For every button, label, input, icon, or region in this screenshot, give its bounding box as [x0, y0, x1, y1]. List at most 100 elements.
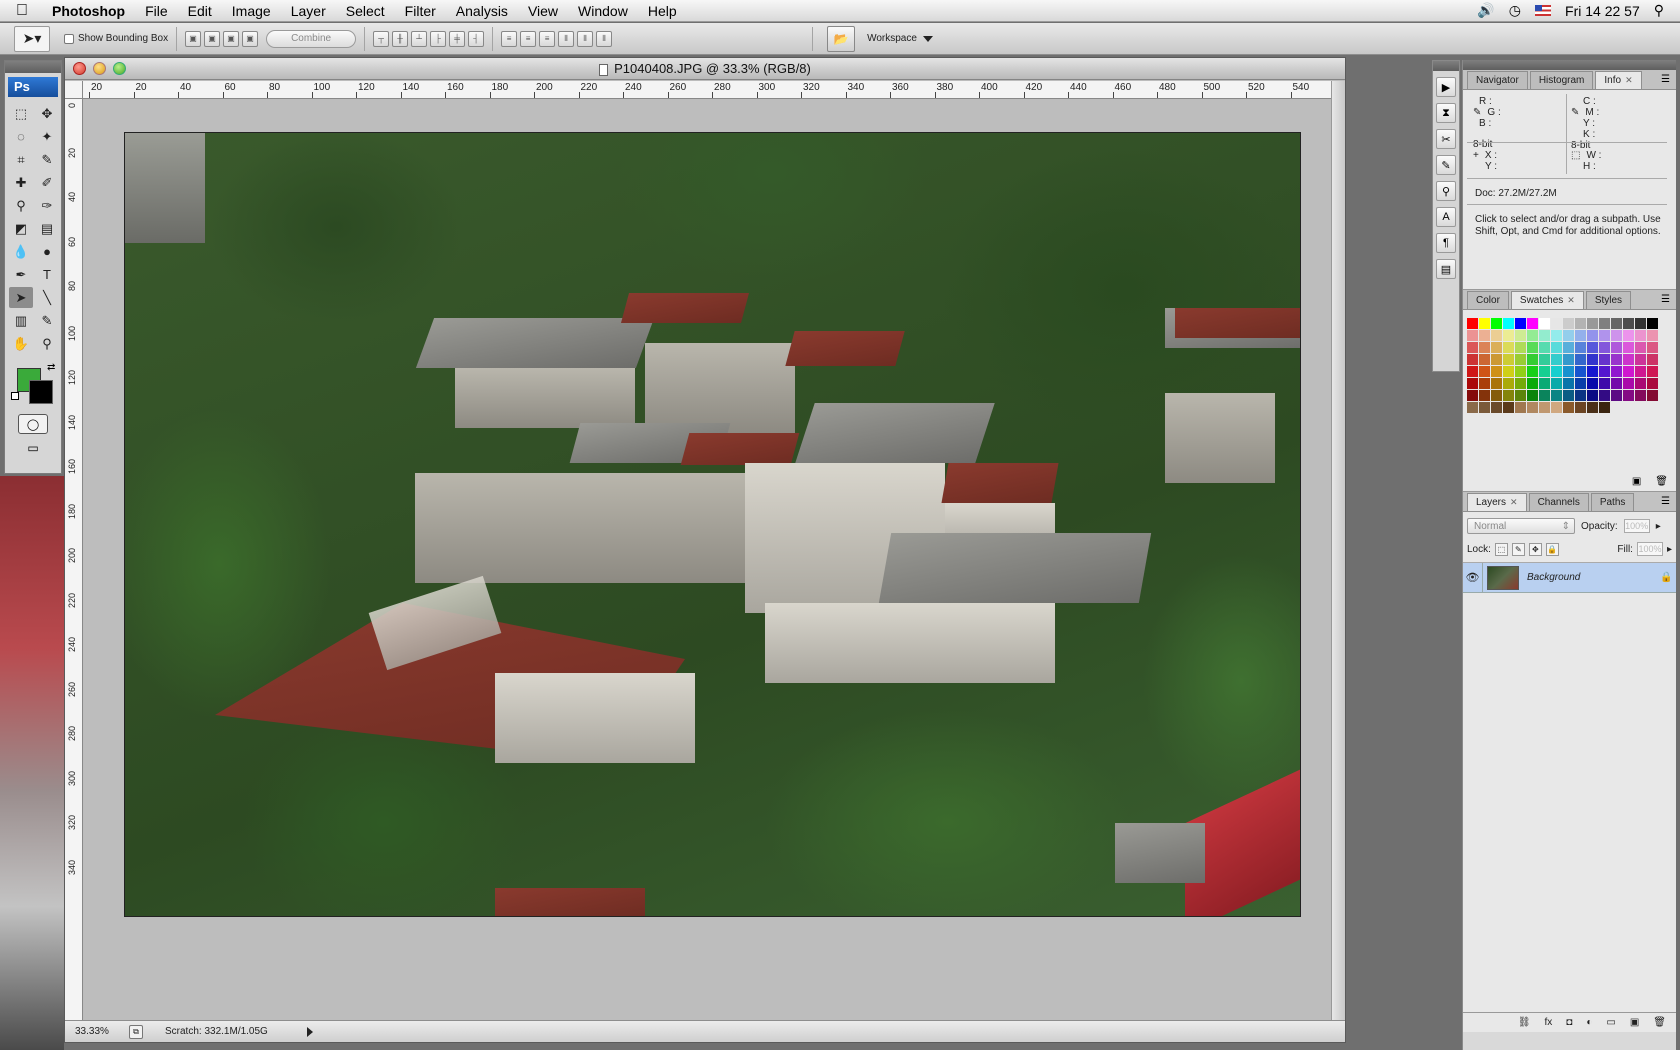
swatch[interactable] — [1635, 342, 1646, 353]
swatch[interactable] — [1479, 342, 1490, 353]
layer-comps-icon[interactable]: ▤ — [1436, 259, 1456, 279]
clone-source-icon[interactable]: ⚲ — [1436, 181, 1456, 201]
delete-layer-icon[interactable]: 🗑 — [1653, 1017, 1666, 1028]
swatch[interactable] — [1479, 330, 1490, 341]
quick-mask-icon[interactable]: ◯ — [18, 414, 48, 434]
panel-menu-icon[interactable]: ☰ — [1655, 294, 1676, 309]
lock-transparency-icon[interactable]: ⬚ — [1494, 542, 1508, 556]
swatch[interactable] — [1575, 390, 1586, 401]
panel-menu-icon[interactable]: ☰ — [1655, 74, 1676, 89]
swatch[interactable] — [1539, 318, 1550, 329]
swatch[interactable] — [1503, 378, 1514, 389]
link-layers-icon[interactable]: ⛓ — [1518, 1017, 1531, 1028]
swatch[interactable] — [1467, 354, 1478, 365]
actions-icon[interactable]: ▶ — [1436, 77, 1456, 97]
close-tab-icon[interactable]: ✕ — [1510, 497, 1518, 507]
app-name-menu[interactable]: Photoshop — [44, 3, 135, 19]
panel-grip[interactable] — [1463, 60, 1676, 70]
swatch[interactable] — [1635, 354, 1646, 365]
menu-edit[interactable]: Edit — [178, 3, 222, 19]
clock[interactable]: Fri 14 22 57 — [1565, 3, 1640, 19]
align-bottom-icon[interactable]: ┴ — [411, 30, 428, 47]
vertical-ruler[interactable]: 0 20 40 60 80 100 120 140 160 180 200 220 240 260 280 3… — [65, 99, 83, 1021]
tab-color[interactable]: Color — [1467, 291, 1509, 309]
swatch[interactable] — [1575, 366, 1586, 377]
distribute-left-icon[interactable]: ⫴ — [558, 30, 575, 47]
swatch[interactable] — [1575, 354, 1586, 365]
swatch[interactable] — [1599, 390, 1610, 401]
swatch[interactable] — [1527, 378, 1538, 389]
swatch[interactable] — [1575, 330, 1586, 341]
swatch[interactable] — [1575, 402, 1586, 413]
dodge-tool-icon[interactable]: ● — [35, 241, 59, 262]
healing-brush-tool-icon[interactable]: ✚ — [9, 172, 33, 193]
swatch[interactable] — [1611, 354, 1622, 365]
swatch[interactable] — [1575, 342, 1586, 353]
default-colors-icon[interactable] — [11, 392, 19, 400]
swatch[interactable] — [1467, 366, 1478, 377]
swatch[interactable] — [1539, 390, 1550, 401]
swatch[interactable] — [1539, 354, 1550, 365]
opacity-slider-arrow-icon[interactable]: ▸ — [1656, 521, 1661, 532]
menu-analysis[interactable]: Analysis — [446, 3, 518, 19]
swatch[interactable] — [1623, 390, 1634, 401]
swatch[interactable] — [1551, 354, 1562, 365]
swatch[interactable] — [1599, 318, 1610, 329]
swatch[interactable] — [1527, 354, 1538, 365]
document-title-bar[interactable]: P1040408.JPG @ 33.3% (RGB/8) — [65, 58, 1345, 80]
distribute-bottom-icon[interactable]: ≡ — [539, 30, 556, 47]
distribute-vcenter-icon[interactable]: ≡ — [520, 30, 537, 47]
swatch[interactable] — [1479, 318, 1490, 329]
swatch[interactable] — [1527, 390, 1538, 401]
background-color[interactable] — [29, 380, 53, 404]
swatch[interactable] — [1503, 390, 1514, 401]
character-icon[interactable]: A — [1436, 207, 1456, 227]
menu-select[interactable]: Select — [336, 3, 395, 19]
swatch[interactable] — [1491, 342, 1502, 353]
proof-icon[interactable]: ⧉ — [129, 1024, 143, 1039]
swatch[interactable] — [1515, 366, 1526, 377]
swatch[interactable] — [1599, 354, 1610, 365]
tab-styles[interactable]: Styles — [1585, 291, 1632, 309]
tab-histogram[interactable]: Histogram — [1529, 71, 1594, 89]
swatch[interactable] — [1611, 330, 1622, 341]
new-swatch-icon[interactable]: ▣ — [1632, 476, 1641, 487]
swatch[interactable] — [1539, 366, 1550, 377]
paragraph-icon[interactable]: ¶ — [1436, 233, 1456, 253]
align-top-icon[interactable]: ┬ — [373, 30, 390, 47]
show-bounding-box-option[interactable]: Show Bounding Box — [64, 33, 168, 44]
swatch[interactable] — [1491, 378, 1502, 389]
zoom-window-button[interactable] — [113, 62, 126, 75]
tool-preset-picker[interactable]: ➤▾ — [14, 25, 50, 52]
eyedropper-sample-tool-icon[interactable]: ✎ — [35, 310, 59, 331]
ps-logo[interactable]: Ps — [8, 77, 58, 97]
eyedropper-tool-icon[interactable]: ✎ — [35, 149, 59, 170]
swatch[interactable] — [1587, 318, 1598, 329]
swatch[interactable] — [1527, 402, 1538, 413]
pen-tool-icon[interactable]: ✒ — [9, 264, 33, 285]
swatch[interactable] — [1563, 354, 1574, 365]
swatch[interactable] — [1599, 402, 1610, 413]
swatch[interactable] — [1479, 378, 1490, 389]
swatch[interactable] — [1647, 390, 1658, 401]
lock-all-icon[interactable]: 🔒 — [1545, 542, 1559, 556]
line-tool-icon[interactable]: ╲ — [35, 287, 59, 308]
spotlight-icon[interactable]: ⚲ — [1654, 2, 1664, 19]
distribute-top-icon[interactable]: ≡ — [501, 30, 518, 47]
notes-tool-icon[interactable]: ▥ — [9, 310, 33, 331]
swatch[interactable] — [1599, 378, 1610, 389]
swatch[interactable] — [1515, 330, 1526, 341]
swatch[interactable] — [1647, 342, 1658, 353]
swatch[interactable] — [1563, 330, 1574, 341]
blur-tool-icon[interactable]: 💧 — [9, 241, 33, 262]
apple-menu-icon[interactable]:  — [0, 2, 44, 20]
path-exclude-button[interactable]: ▣ — [242, 30, 259, 47]
layer-row[interactable]: 👁 Background 🔒 — [1463, 563, 1676, 593]
swatch[interactable] — [1599, 366, 1610, 377]
swatch[interactable] — [1527, 318, 1538, 329]
swatch[interactable] — [1587, 402, 1598, 413]
distribute-hcenter-icon[interactable]: ⫴ — [577, 30, 594, 47]
crop-tool-icon[interactable]: ⌗ — [9, 149, 33, 170]
close-tab-icon[interactable]: ✕ — [1625, 75, 1633, 85]
align-hcenter-icon[interactable]: ╪ — [449, 30, 466, 47]
